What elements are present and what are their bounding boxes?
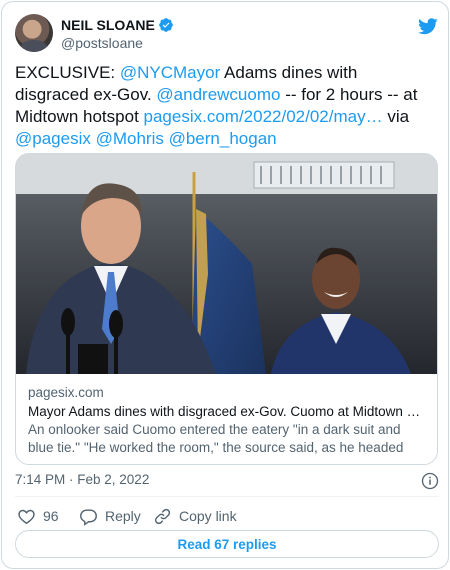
tweet-actions: 96 Reply Copy link <box>15 505 439 527</box>
link-card-description: An onlooker said Cuomo entered the eater… <box>28 422 404 455</box>
copy-link-label: Copy link <box>179 508 237 524</box>
tweet-link[interactable]: pagesix.com/2022/02/02/may… <box>144 107 383 126</box>
tweet-link[interactable]: @pagesix <box>15 129 91 148</box>
twitter-bird-icon[interactable] <box>417 16 439 36</box>
tweet-link[interactable]: @andrewcuomo <box>156 85 280 104</box>
read-replies-button[interactable]: Read 67 replies <box>15 530 439 558</box>
link-preview-card[interactable]: pagesix.com Mayor Adams dines with disgr… <box>15 153 438 465</box>
tweet-link[interactable]: @Mohris <box>96 129 164 148</box>
author-name-row[interactable]: NEIL SLOANE <box>61 16 174 34</box>
tweet-link[interactable]: @NYCMayor <box>120 63 220 82</box>
author-name[interactable]: NEIL SLOANE <box>61 17 155 33</box>
article-photo-image <box>16 154 437 374</box>
heart-icon <box>18 509 35 524</box>
reply-label: Reply <box>105 508 141 524</box>
link-card-title: Mayor Adams dines with disgraced ex-Gov.… <box>28 404 427 419</box>
tweet-text: EXCLUSIVE: @NYCMayor Adams dines with di… <box>15 62 435 150</box>
verified-badge-icon <box>159 18 173 32</box>
info-icon[interactable] <box>421 472 439 490</box>
timestamp-row: 7:14 PM · Feb 2, 2022 <box>15 472 439 490</box>
tweet-timestamp[interactable]: 7:14 PM · Feb 2, 2022 <box>15 472 149 487</box>
tweet-text-segment: EXCLUSIVE: <box>15 63 120 82</box>
author-handle[interactable]: @postsloane <box>61 35 143 51</box>
reply-bubble-icon <box>80 508 97 526</box>
tweet-header: NEIL SLOANE @postsloane <box>15 14 439 54</box>
like-count: 96 <box>43 508 59 524</box>
copy-link-button[interactable]: Copy link <box>153 505 237 527</box>
link-icon <box>154 508 171 524</box>
divider <box>15 496 439 497</box>
like-button[interactable]: 96 <box>17 505 59 527</box>
link-card-domain: pagesix.com <box>28 385 104 400</box>
reply-button[interactable]: Reply <box>79 505 141 527</box>
tweet-embed-card: NEIL SLOANE @postsloane EXCLUSIVE: @NYCM… <box>1 1 449 569</box>
link-card-meta[interactable]: pagesix.com Mayor Adams dines with disgr… <box>16 374 437 464</box>
article-photo[interactable] <box>16 154 437 374</box>
tweet-text-segment: via <box>382 107 410 126</box>
tweet-link[interactable]: @bern_hogan <box>169 129 277 148</box>
author-avatar[interactable] <box>15 14 53 52</box>
